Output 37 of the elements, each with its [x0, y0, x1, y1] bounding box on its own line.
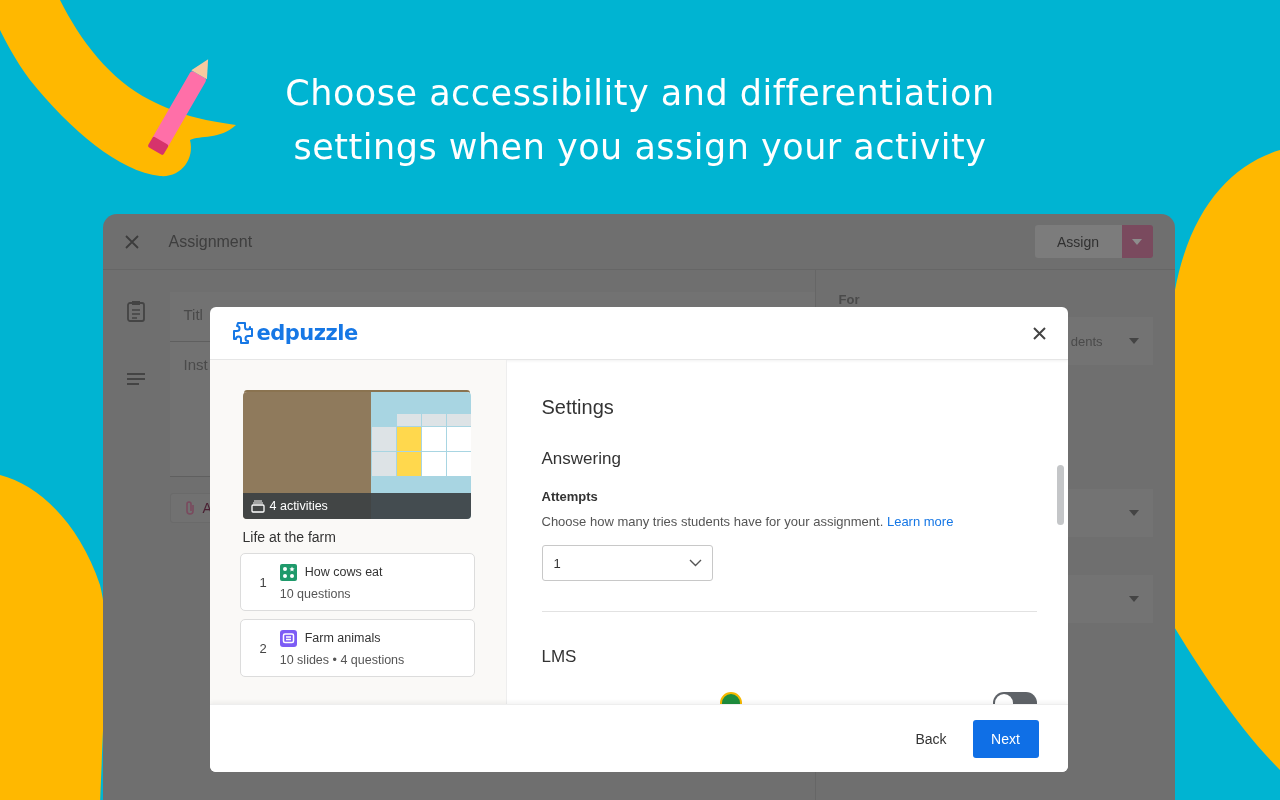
stack-icon [250, 499, 265, 513]
settings-heading: Settings [541, 396, 615, 419]
activity-card[interactable]: 1 How cows eat 10 questions [239, 553, 475, 611]
attempts-select[interactable]: 1 [541, 545, 713, 581]
close-icon[interactable] [1032, 326, 1046, 340]
assign-menu-button[interactable] [1121, 225, 1153, 258]
back-button[interactable]: Back [907, 722, 955, 755]
activity-meta: 10 slides • 4 questions [279, 652, 405, 667]
chevron-down-icon [688, 559, 702, 567]
section-heading: Answering [541, 449, 622, 469]
text-lines-icon [127, 372, 145, 386]
slides-icon [279, 629, 297, 647]
scrollbar[interactable] [1056, 465, 1064, 525]
caret-icon [1128, 338, 1139, 344]
paperclip-icon [184, 500, 195, 516]
activity-card[interactable]: 2 Farm animals 10 slides • 4 questions [239, 619, 475, 677]
quiz-icon [279, 563, 297, 581]
caret-icon [1132, 238, 1142, 245]
collection-thumbnail[interactable]: 4 activities [242, 392, 471, 519]
activity-title: Farm animals [304, 631, 381, 645]
activity-count: 4 activities [269, 499, 328, 513]
clipboard-icon [127, 300, 145, 322]
next-button[interactable]: Next [972, 719, 1039, 758]
learn-more-link[interactable]: Learn more [886, 514, 954, 529]
attempts-label: Attempts [541, 489, 599, 504]
collection-title: Life at the farm [242, 529, 337, 545]
activity-number: 2 [259, 640, 267, 656]
puzzle-logo-icon [231, 321, 254, 345]
logo-text: edpuzzle [256, 321, 358, 345]
activity-meta: 10 questions [279, 586, 352, 601]
caret-icon [1128, 510, 1139, 516]
headline: Choose accessibility and differentiation settings when you assign your activity [285, 72, 995, 169]
attempts-description: Choose how many tries students have for your assignment. [541, 514, 884, 529]
activity-number: 1 [259, 574, 267, 590]
section-heading: LMS [541, 647, 578, 667]
caret-icon [1128, 596, 1139, 602]
activity-title: How cows eat [304, 565, 383, 579]
